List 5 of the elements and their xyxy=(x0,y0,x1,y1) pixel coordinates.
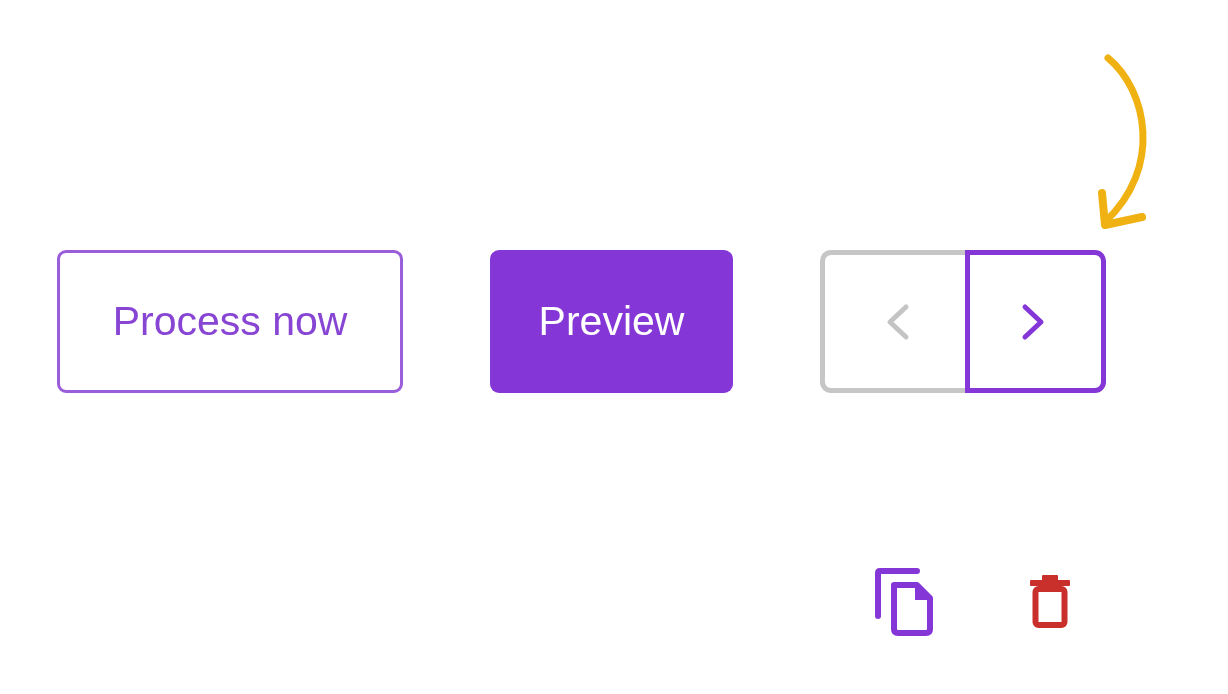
process-now-button[interactable]: Process now xyxy=(57,250,403,393)
next-page-button[interactable] xyxy=(965,250,1106,393)
trash-icon[interactable] xyxy=(1028,573,1072,629)
copy-icon[interactable] xyxy=(875,568,933,636)
preview-button[interactable]: Preview xyxy=(490,250,733,393)
